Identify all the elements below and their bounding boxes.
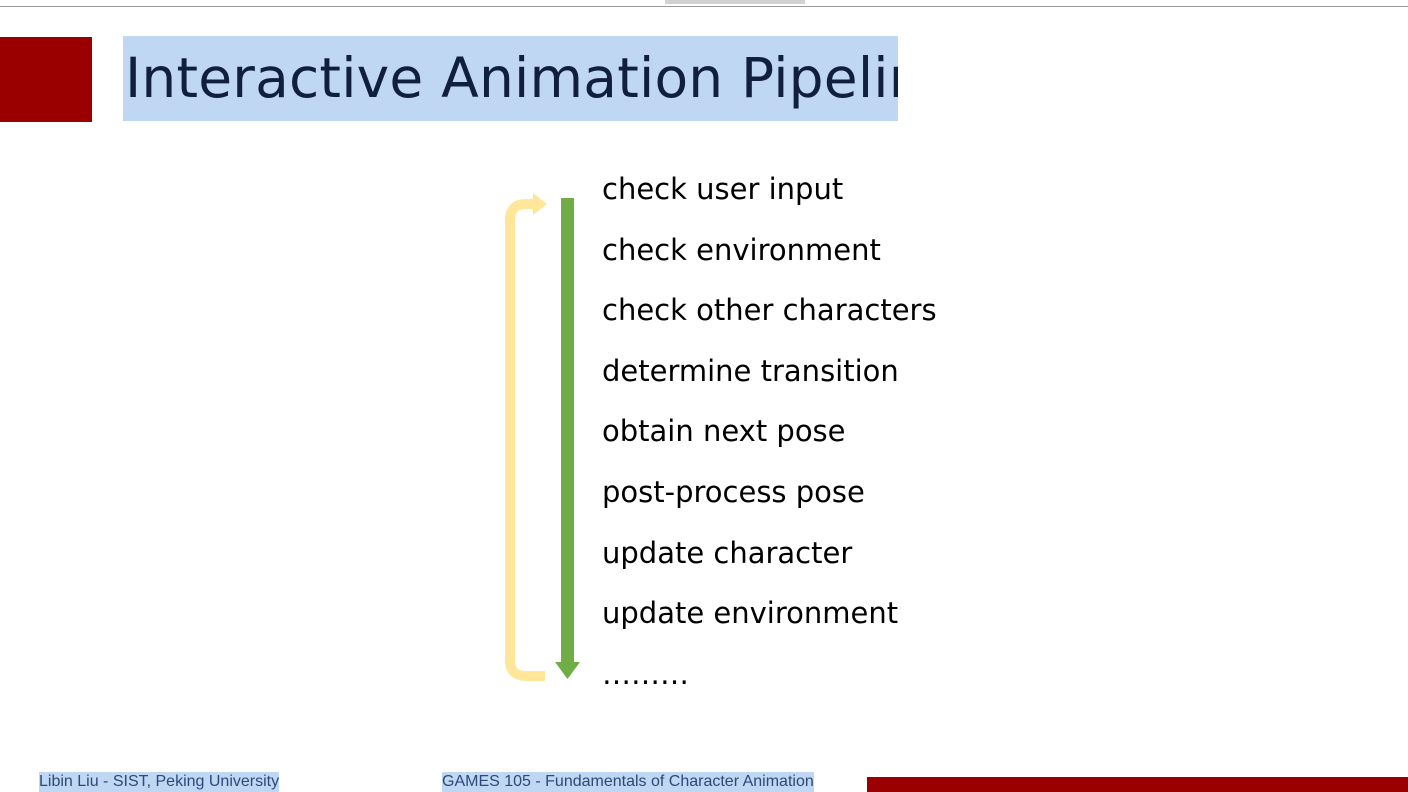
loop-back-arrow <box>505 199 545 681</box>
pipeline-steps-list: check user input check environment check… <box>602 168 937 713</box>
pipeline-step[interactable]: check user input <box>602 168 937 229</box>
pipeline-step-ellipsis[interactable]: ……… <box>602 653 937 714</box>
flow-arrowhead <box>555 662 580 679</box>
title-accent-block <box>0 37 92 122</box>
pipeline-step[interactable]: determine transition <box>602 350 937 411</box>
footer-accent-bar <box>867 777 1408 792</box>
pipeline-step[interactable]: post-process pose <box>602 471 937 532</box>
loop-back-arrowhead <box>533 193 547 215</box>
footer-course[interactable]: GAMES 105 - Fundamentals of Character An… <box>442 772 814 792</box>
top-ruler <box>0 0 1408 7</box>
footer-author[interactable]: Libin Liu - SIST, Peking University <box>39 772 280 792</box>
pipeline-step[interactable]: check other characters <box>602 289 937 350</box>
pipeline-loop-diagram <box>505 193 580 681</box>
scroll-thumb[interactable] <box>665 0 805 4</box>
flow-arrow-shaft <box>561 198 574 664</box>
pipeline-step[interactable]: update environment <box>602 592 937 653</box>
pipeline-step[interactable]: obtain next pose <box>602 410 937 471</box>
pipeline-step[interactable]: check environment <box>602 229 937 290</box>
slide-title[interactable]: Interactive Animation Pipeline <box>123 36 898 121</box>
pipeline-step[interactable]: update character <box>602 532 937 593</box>
